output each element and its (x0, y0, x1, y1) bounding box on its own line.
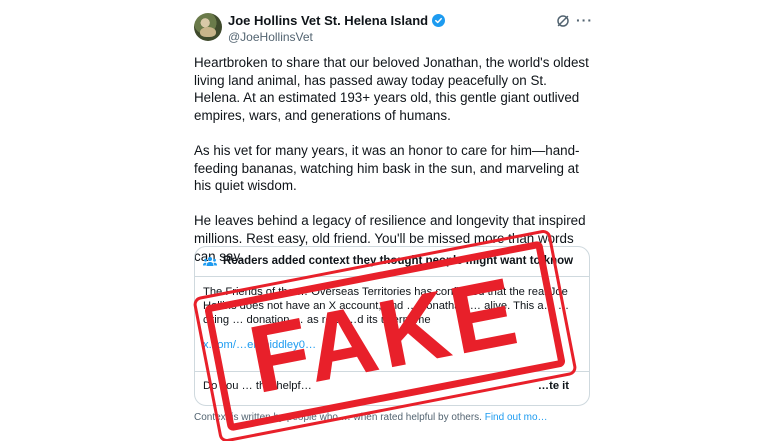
avatar[interactable] (194, 13, 222, 41)
find-out-more-link[interactable]: Find out mo… (485, 412, 548, 423)
grok-icon[interactable] (556, 14, 570, 28)
post-card: Joe Hollins Vet St. Helena Island @JoeHo… (0, 0, 784, 441)
post-paragraph: Heartbroken to share that our beloved Jo… (194, 55, 589, 123)
more-options-icon[interactable]: ··· (576, 12, 593, 28)
people-icon (203, 256, 217, 266)
post-paragraph: As his vet for many years, it was an hon… (194, 142, 580, 194)
author-name-row: Joe Hollins Vet St. Helena Island (228, 13, 446, 28)
author-display-name[interactable]: Joe Hollins Vet St. Helena Island (228, 13, 428, 28)
author-handle[interactable]: @JoeHollinsVet (228, 30, 313, 44)
rate-it-button[interactable]: …te it (538, 380, 569, 392)
verified-badge-icon (432, 14, 446, 27)
